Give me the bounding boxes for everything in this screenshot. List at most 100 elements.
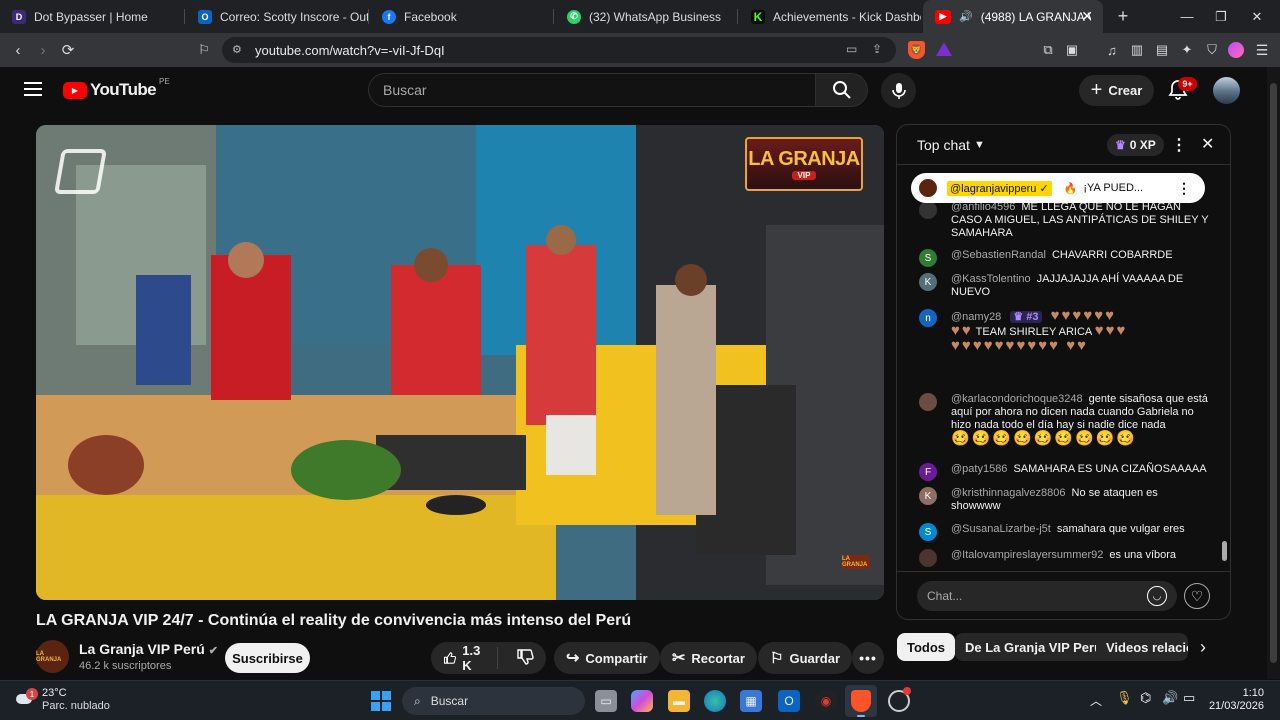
chat-author[interactable]: @SusanaLizarbe-j5t (951, 523, 1051, 535)
tab-label: (32) WhatsApp Business (589, 9, 722, 24)
brave-taskbar-button[interactable] (845, 685, 877, 717)
copilot-icon[interactable] (631, 690, 653, 712)
wallet-icon[interactable]: ▤ (1152, 40, 1172, 60)
tab-kick[interactable]: K Achievements - Kick Dashboard (739, 0, 921, 33)
tab-youtube-active[interactable]: ▶ 🔊 (4988) LA GRANJA VIP 24/7 ✕ (923, 0, 1103, 33)
like-button[interactable]: 1.3 K (443, 643, 485, 673)
volume-icon[interactable]: 🔊 (1162, 690, 1178, 706)
extensions-icon[interactable]: ⧉ (1038, 40, 1058, 60)
temperature: 23°C (42, 687, 67, 699)
tab-outlook[interactable]: O Correo: Scotty Inscore - Outlook (186, 0, 368, 33)
la-granja-vip-logo: LA GRANJA VIP (745, 137, 863, 191)
taskbar-search[interactable]: ⌕ Buscar (402, 687, 585, 715)
weather-widget-icon[interactable]: 1 (14, 688, 38, 712)
edge-icon[interactable] (704, 690, 726, 712)
chat-input[interactable]: Chat... (917, 581, 1177, 611)
outlook-taskbar-icon[interactable]: O (778, 690, 800, 712)
account-avatar[interactable] (1213, 77, 1240, 104)
search-input[interactable]: Buscar (368, 73, 816, 107)
video-player[interactable]: LA GRANJA VIP LA GRANJA (36, 125, 884, 600)
youtube-play-icon: ▶ (63, 81, 87, 99)
chips-next-chevron-icon[interactable]: › (1200, 637, 1206, 658)
leo-ai-icon[interactable]: ✦ (1177, 40, 1197, 60)
microsoft-store-icon[interactable]: ▦ (740, 690, 762, 712)
show-hidden-icons-chevron[interactable]: ︿ (1090, 692, 1102, 709)
pinned-message-banner[interactable]: @lagranjavipperu ✓ 🔥 ¡YA PUED... ⋮ (911, 173, 1205, 203)
media-icon[interactable]: ♫ (1102, 40, 1122, 60)
address-bar[interactable]: ⚙ youtube.com/watch?v=-viI-Jf-DqI ▭ ⇪ (222, 37, 896, 63)
chat-author[interactable]: @SebastienRandal (951, 249, 1046, 261)
voice-search-button[interactable] (881, 73, 916, 108)
file-explorer-icon[interactable]: ▬ (668, 690, 690, 712)
chip-related[interactable]: Videos relacio (1096, 633, 1188, 661)
battery-icon[interactable]: ▭ (1183, 690, 1195, 706)
brave-shields-icon[interactable]: 🦁 (908, 41, 925, 59)
chat-author[interactable]: @kristhinnagalvez8806 (951, 487, 1066, 499)
weather-widget[interactable]: 23°C Parc. nublado (42, 687, 110, 713)
youtube-logo[interactable]: ▶ YouTube PE (63, 77, 170, 100)
audio-playing-icon[interactable]: 🔊 (959, 10, 973, 23)
bookmark-save-icon: ⚐ (770, 650, 784, 667)
menu-icon[interactable]: ☰ (1252, 40, 1272, 60)
chat-author[interactable]: @KassTolentino (951, 273, 1031, 285)
create-button[interactable]: + Crear (1079, 75, 1154, 106)
chat-author[interactable]: @karlacondorichoque3248 (951, 393, 1083, 405)
live-chat-panel: Top chat ▼ ♛ 0 XP ⋮ ✕ @lagranjavipperu ✓… (896, 124, 1231, 620)
country-code: PE (159, 77, 170, 86)
chat-text: samahara que vulgar eres (1056, 523, 1185, 535)
dislike-button[interactable] (504, 648, 546, 669)
new-tab-button[interactable]: + (1111, 4, 1135, 28)
search-button[interactable] (816, 73, 868, 107)
microphone-in-use-icon[interactable]: 🎙 (1116, 690, 1133, 706)
tab-close-icon[interactable]: ✕ (1081, 8, 1093, 25)
tab-whatsapp[interactable]: ✆ (32) WhatsApp Business (555, 0, 737, 33)
video-title: LA GRANJA VIP 24/7 - Continúa el reality… (36, 612, 632, 629)
brave-rewards-icon[interactable] (936, 42, 952, 56)
vpn-icon[interactable]: ⛉ (1202, 40, 1222, 60)
tab-dot-bypasser[interactable]: D Dot Bypasser | Home (0, 0, 182, 33)
guide-menu-icon[interactable] (24, 82, 42, 96)
emoji-smiley-icon[interactable]: ◡ (1147, 586, 1167, 606)
member-rank-badge: ♛ #3 (1010, 311, 1042, 323)
network-icon[interactable]: ⌬ (1140, 690, 1151, 706)
search-icon: ⌕ (414, 693, 421, 708)
back-icon[interactable]: ‹ (8, 40, 28, 60)
site-info-icon[interactable]: ⚙ (232, 43, 242, 56)
bookmark-icon[interactable]: ⚐ (194, 40, 214, 60)
sidebar-icon[interactable]: ▥ (1127, 40, 1147, 60)
overlay-logo-sub: VIP (791, 171, 817, 180)
like-dislike-group: 1.3 K (431, 642, 546, 674)
profile-icon[interactable] (1228, 42, 1244, 58)
screenshot-icon[interactable]: ▣ (1062, 40, 1082, 60)
pinned-more-icon[interactable]: ⋮ (1177, 180, 1191, 197)
xp-badge[interactable]: ♛ 0 XP (1107, 134, 1164, 156)
chat-more-vertical-icon[interactable]: ⋮ (1171, 135, 1187, 155)
share-button[interactable]: ↪ Compartir (554, 642, 660, 674)
clip-button[interactable]: ✂ Recortar (660, 642, 757, 674)
heart-reaction-icon[interactable]: ♡ (1184, 583, 1210, 609)
page-scrollbar[interactable] (1267, 67, 1280, 679)
chat-close-icon[interactable]: ✕ (1201, 134, 1214, 154)
system-clock[interactable]: 1:10 21/03/2026 (1208, 687, 1264, 713)
chat-author[interactable]: @paty1586 (951, 463, 1007, 475)
cast-icon[interactable]: ▭ (846, 42, 857, 56)
task-view-icon[interactable]: ▭ (595, 690, 617, 712)
app-red-icon[interactable]: ◉ (815, 690, 837, 712)
chat-author[interactable]: @Italovampireslayersummer92 (951, 549, 1103, 561)
chip-all[interactable]: Todos (897, 633, 956, 661)
channel-avatar[interactable]: LA GRANJA (36, 640, 69, 673)
channel-name-link[interactable]: La Granja VIP Perú ✔ (79, 641, 218, 657)
tab-facebook[interactable]: f Facebook (370, 0, 552, 33)
close-window-button[interactable]: ✕ (1234, 0, 1280, 33)
share-icon[interactable]: ⇪ (872, 42, 882, 56)
more-actions-button[interactable]: ••• (852, 642, 884, 674)
chat-scrollbar[interactable] (1221, 169, 1229, 569)
chip-channel[interactable]: De La Granja VIP Perú (955, 633, 1113, 661)
windows-start-icon[interactable] (371, 691, 391, 711)
save-button[interactable]: ⚐ Guardar (758, 642, 853, 674)
reload-icon[interactable]: ⟳ (58, 40, 78, 60)
search-icon (832, 81, 851, 99)
chat-mode-dropdown[interactable]: Top chat ▼ (917, 137, 985, 153)
forward-icon[interactable]: › (33, 40, 53, 60)
subscribe-button[interactable]: Suscribirse (225, 643, 310, 673)
